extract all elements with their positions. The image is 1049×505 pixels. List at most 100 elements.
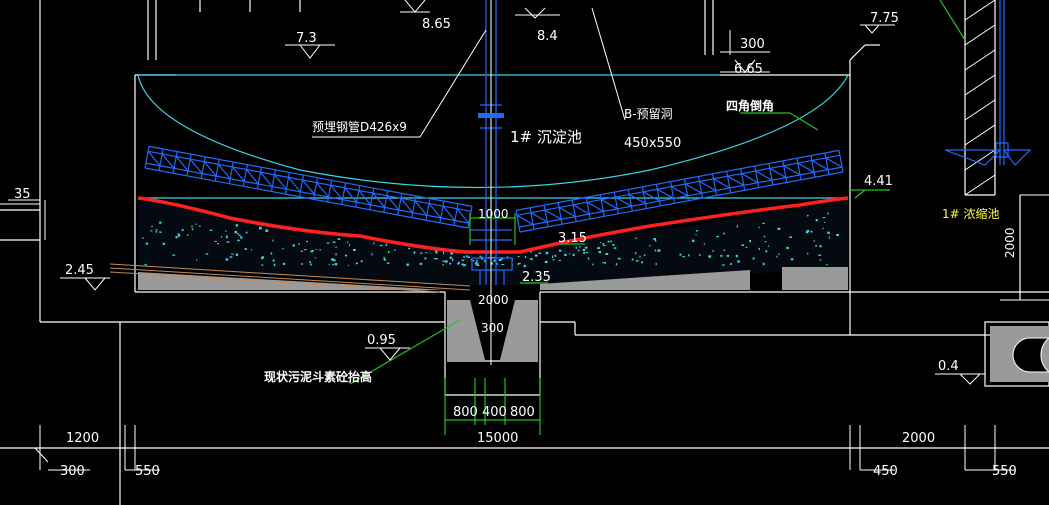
concrete-speckle [572, 253, 575, 257]
concrete-speckle [282, 248, 284, 250]
concrete-speckle [607, 240, 610, 243]
concrete-speckle [301, 263, 303, 265]
dimension-bottom-2000: 2000 [902, 431, 935, 446]
concrete-speckle [237, 233, 240, 235]
concrete-speckle [328, 263, 330, 266]
concrete-speckle [408, 247, 411, 250]
concrete-speckle [545, 251, 549, 255]
concrete-speckle [786, 246, 789, 249]
dimension-bottom-550-left: 550 [135, 464, 160, 479]
concrete-speckle [524, 255, 527, 259]
concrete-speckle [259, 226, 262, 230]
concrete-speckle [815, 219, 818, 222]
concrete-speckle [600, 241, 602, 244]
concrete-speckle [337, 238, 341, 240]
concrete-speckle [348, 265, 350, 266]
concrete-speckle [229, 256, 233, 258]
concrete-speckle [355, 262, 358, 265]
concrete-speckle [300, 250, 303, 252]
concrete-speckle [155, 229, 158, 231]
concrete-speckle [762, 262, 765, 266]
right-tank-label: 1# 浓缩池 [942, 206, 1000, 221]
concrete-speckle [730, 263, 732, 265]
concrete-speckle [303, 249, 307, 251]
concrete-speckle [688, 254, 690, 257]
concrete-speckle [818, 254, 822, 256]
opening-size-label: 450x550 [624, 136, 681, 151]
concrete-speckle [442, 260, 445, 262]
concrete-speckle [517, 255, 520, 258]
concrete-speckle [836, 234, 839, 236]
concrete-speckle [387, 262, 390, 264]
concrete-speckle [767, 245, 770, 247]
concrete-speckle [333, 259, 336, 262]
concrete-speckle [517, 263, 520, 265]
concrete-speckle [643, 254, 646, 256]
elevation-top-mid1: 8.65 [422, 17, 451, 32]
concrete-speckle [554, 254, 557, 257]
concrete-speckle [449, 262, 452, 265]
concrete-speckle [749, 240, 751, 243]
concrete-speckle [217, 243, 219, 245]
concrete-speckle [635, 260, 639, 262]
concrete-speckle [699, 253, 701, 256]
concrete-speckle [353, 249, 356, 251]
concrete-speckle [145, 242, 149, 245]
concrete-speckle [467, 256, 470, 258]
concrete-speckle [602, 262, 604, 264]
concrete-speckle [335, 246, 337, 248]
cad-section-drawing: 7.3 8.65 8.4 300 6.65 7.75 4.41 35 2.45 … [0, 0, 1049, 505]
concrete-speckle [805, 231, 809, 234]
concrete-speckle [419, 262, 423, 265]
concrete-speckle [344, 254, 347, 257]
concrete-speckle [587, 257, 590, 260]
concrete-speckle [150, 230, 153, 232]
dimension-center-1000: 1000 [478, 207, 509, 221]
concrete-speckle [763, 235, 766, 238]
concrete-speckle [602, 243, 605, 245]
concrete-speckle [175, 236, 178, 239]
concrete-speckle [442, 263, 444, 266]
concrete-speckle [237, 239, 240, 242]
elevation-top-mid2: 8.4 [537, 29, 558, 44]
concrete-speckle [615, 263, 618, 266]
concrete-speckle [191, 225, 193, 228]
concrete-speckle [655, 262, 657, 266]
concrete-speckle [762, 222, 765, 224]
concrete-speckle [813, 240, 815, 242]
opening-tag-label: B-预留洞 [624, 107, 673, 121]
concrete-speckle [810, 230, 813, 233]
concrete-speckle [598, 250, 602, 254]
concrete-speckle [244, 248, 247, 250]
concrete-speckle [159, 221, 162, 224]
concrete-speckle [383, 258, 386, 261]
concrete-speckle [777, 227, 781, 230]
concrete-speckle [334, 263, 338, 266]
concrete-speckle [538, 252, 542, 254]
concrete-speckle [456, 263, 459, 265]
concrete-speckle [373, 242, 375, 245]
sludge-hopper-note: 现状污泥斗素砼抬高 [264, 369, 372, 384]
concrete-speckle [826, 264, 828, 266]
concrete-speckle [270, 252, 273, 255]
concrete-speckle [758, 226, 760, 229]
concrete-speckle [558, 249, 562, 252]
concrete-speckle [653, 238, 656, 241]
concrete-speckle [764, 241, 767, 243]
concrete-speckle [383, 256, 385, 259]
concrete-speckle [273, 263, 276, 267]
concrete-speckle [235, 224, 239, 227]
corner-chamfer-label: 四角倒角 [726, 98, 774, 113]
concrete-speckle [162, 242, 165, 245]
concrete-speckle [529, 258, 533, 260]
concrete-speckle [604, 261, 606, 265]
concrete-speckle [144, 263, 147, 266]
dimension-seg-400: 400 [482, 405, 507, 420]
concrete-speckle [231, 253, 234, 255]
dimension-vertical-2000: 2000 [1003, 227, 1017, 258]
concrete-speckle [612, 244, 615, 246]
concrete-speckle [828, 236, 830, 239]
concrete-speckle [181, 229, 184, 231]
concrete-speckle [639, 255, 641, 258]
concrete-speckle [332, 263, 335, 266]
